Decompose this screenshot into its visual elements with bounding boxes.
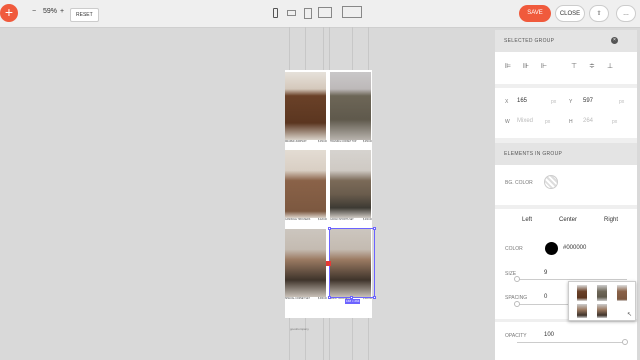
spacing-value[interactable]: 0: [544, 294, 547, 300]
y-input[interactable]: 597: [583, 98, 593, 104]
product-name: TRAINING CORSET TOP: [330, 141, 357, 143]
text-color-value[interactable]: #000000: [563, 245, 586, 251]
h-unit: px: [612, 119, 618, 125]
opacity-label: OPACITY: [505, 333, 527, 339]
align-center-icon[interactable]: ⊪: [523, 62, 529, 70]
product-image[interactable]: [330, 150, 371, 218]
tablet-landscape-view-icon[interactable]: [318, 7, 332, 18]
x-unit: px: [551, 99, 557, 105]
thumbnail-image: [577, 285, 587, 301]
opacity-section: OPACITY 100: [495, 322, 637, 360]
product-price: $ 380.00: [318, 298, 327, 300]
product-image[interactable]: [285, 229, 326, 297]
close-panel-icon[interactable]: ×: [611, 37, 618, 44]
alignment-section: ⊫ ⊪ ⊩ ⊤ ≑ ⊥: [495, 52, 637, 84]
reset-zoom-button[interactable]: RESET: [70, 8, 99, 22]
w-label: W: [505, 119, 510, 125]
color-label: COLOR: [505, 246, 523, 252]
product-price: $ 420.00: [318, 219, 327, 221]
spacing-marker: [326, 261, 331, 266]
desktop-view-icon[interactable]: [342, 6, 362, 18]
y-unit: px: [619, 99, 625, 105]
thumbnail-image: [577, 304, 587, 318]
resize-handle[interactable]: [328, 227, 331, 230]
mobile-landscape-view-icon[interactable]: [287, 10, 296, 16]
bg-color-section: BG. COLOR: [495, 165, 637, 205]
opacity-value[interactable]: 100: [544, 332, 554, 338]
zoom-level: 59%: [43, 8, 58, 15]
product-price: $ 320.00: [363, 298, 372, 300]
h-label: H: [569, 119, 573, 125]
align-middle-icon[interactable]: ≑: [589, 62, 595, 70]
w-unit: px: [545, 119, 551, 125]
upload-icon[interactable]: ⇧: [589, 5, 609, 22]
resize-handle[interactable]: [373, 296, 376, 299]
align-left-icon[interactable]: ⊫: [505, 62, 511, 70]
selection-size-badge: 168 × 264: [345, 299, 361, 304]
product-name: DRAPED JUMPSUIT: [285, 141, 307, 143]
product-name: CARGO SHORTS SET: [330, 219, 354, 221]
tablet-view-icon[interactable]: [304, 8, 312, 19]
mobile-view-icon[interactable]: [273, 8, 278, 18]
resize-handle[interactable]: [328, 296, 331, 299]
thumbnail-image: [617, 285, 627, 301]
resize-handle[interactable]: [373, 227, 376, 230]
more-options-icon[interactable]: …: [616, 5, 636, 22]
cursor-icon: ↖: [627, 312, 633, 318]
opacity-slider-knob[interactable]: [622, 339, 628, 345]
align-center-option[interactable]: Center: [559, 217, 577, 223]
product-name: SPECIAL CORSET SET: [285, 298, 310, 300]
opacity-slider[interactable]: [517, 342, 627, 343]
y-label: Y: [569, 99, 573, 105]
close-button[interactable]: CLOSE: [555, 5, 585, 22]
thumbnail-image: [597, 285, 607, 301]
top-toolbar: + − 59% + RESET SAVE CLOSE ⇧ …: [0, 0, 640, 28]
spacing-slider-knob[interactable]: [514, 301, 520, 307]
w-input[interactable]: Mixed: [517, 118, 533, 124]
align-top-icon[interactable]: ⊤: [571, 62, 577, 70]
product-price: $ 450.00: [318, 141, 327, 143]
size-slider-knob[interactable]: [514, 276, 520, 282]
align-left-option[interactable]: Left: [522, 217, 532, 223]
add-element-button[interactable]: +: [0, 4, 18, 22]
product-price: $ 290.00: [363, 219, 372, 221]
page-footer-text: goodcompany: [290, 327, 309, 331]
align-right-option[interactable]: Right: [604, 217, 618, 223]
product-name: CAMISOLE TROUSERS: [285, 219, 311, 221]
product-image[interactable]: [330, 72, 371, 140]
elements-in-group-header: ELEMENTS IN GROUP: [495, 143, 637, 165]
zoom-out-button[interactable]: −: [32, 8, 36, 15]
align-right-icon[interactable]: ⊩: [541, 62, 547, 70]
thumbnail-image: [597, 304, 607, 318]
position-section: X 165 px Y 597 px W Mixed px H 264 px: [495, 88, 637, 138]
selection-box[interactable]: [329, 228, 375, 298]
align-bottom-icon[interactable]: ⊥: [607, 62, 613, 70]
x-input[interactable]: 165: [517, 98, 527, 104]
bg-color-swatch[interactable]: [544, 175, 558, 189]
save-button[interactable]: SAVE: [519, 5, 551, 22]
drag-preview-thumbnail: ↖: [568, 281, 636, 321]
h-input[interactable]: 264: [583, 118, 593, 124]
product-image[interactable]: [285, 72, 326, 140]
product-image[interactable]: [285, 150, 326, 218]
x-label: X: [505, 99, 509, 105]
size-value[interactable]: 9: [544, 270, 547, 276]
size-slider[interactable]: [517, 279, 627, 280]
product-price: $ 250.00: [363, 141, 372, 143]
zoom-in-button[interactable]: +: [60, 8, 64, 15]
bg-color-label: BG. COLOR: [505, 180, 533, 186]
text-color-swatch[interactable]: [545, 242, 558, 255]
